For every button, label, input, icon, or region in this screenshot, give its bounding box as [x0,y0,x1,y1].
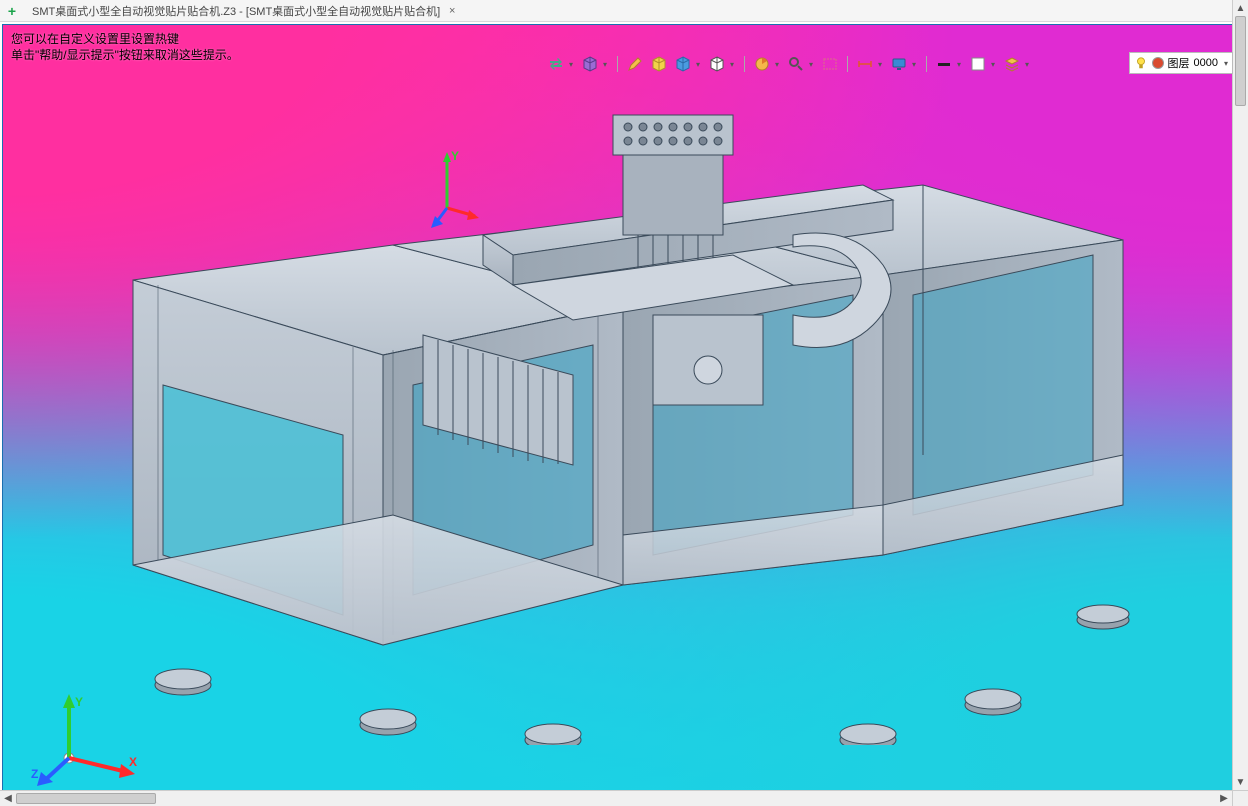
toolbar-separator [847,56,848,72]
chevron-down-icon[interactable]: ▾ [989,55,997,73]
toolbar-separator [926,56,927,72]
tab-bar: + SMT桌面式小型全自动视觉贴片贴合机.Z3 - [SMT桌面式小型全自动视觉… [0,0,1248,22]
scroll-up-icon[interactable]: ▲ [1233,0,1248,16]
layer-color-swatch [1152,57,1164,69]
viewport[interactable]: ▾ ▾ ▾ ▾ ▾ ▾ ▾ ▾ ▾ ▾ ▾ [2,24,1246,804]
layer-prefix: 图层 [1168,55,1190,71]
axis-y-label: Y [451,150,459,163]
chevron-down-icon[interactable]: ▾ [694,55,702,73]
chevron-down-icon[interactable]: ▾ [728,55,736,73]
box-outline-icon[interactable] [708,55,726,73]
pie-icon[interactable] [753,55,771,73]
document-tab[interactable]: SMT桌面式小型全自动视觉贴片贴合机.Z3 - [SMT桌面式小型全自动视觉贴片… [24,1,466,21]
chevron-down-icon[interactable]: ▾ [601,55,609,73]
chevron-down-icon[interactable]: ▾ [1023,55,1031,73]
bulb-icon [1134,56,1148,70]
layers-icon[interactable] [1003,55,1021,73]
monitor-icon[interactable] [890,55,908,73]
scroll-left-icon[interactable]: ◀ [0,791,16,806]
scroll-right-icon[interactable]: ▶ [1216,791,1232,806]
rect-select-icon[interactable] [821,55,839,73]
view-triad[interactable]: Y X Z [31,692,141,791]
line-weight-icon[interactable] [935,55,953,73]
zoom-icon[interactable] [787,55,805,73]
toolbar-separator [617,56,618,72]
scroll-down-icon[interactable]: ▼ [1233,774,1248,790]
tab-label: SMT桌面式小型全自动视觉贴片贴合机.Z3 - [SMT桌面式小型全自动视觉贴片… [32,3,440,19]
toolbar-separator [744,56,745,72]
swap-icon[interactable] [547,55,565,73]
hint-text: 您可以在自定义设置里设置热键 单击"帮助/显示提示"按钮来取消这些提示。 [11,31,239,63]
cube-yellow-icon[interactable] [650,55,668,73]
axis-x-label: X [129,755,137,769]
layer-name: 0000 [1194,57,1218,69]
chevron-down-icon[interactable]: ▾ [910,55,918,73]
cube-blue-icon[interactable] [674,55,692,73]
pencil-icon[interactable] [626,55,644,73]
chevron-down-icon[interactable]: ▾ [773,55,781,73]
scroll-thumb[interactable] [16,793,156,804]
close-icon[interactable]: × [446,5,458,17]
dimension-icon[interactable] [856,55,874,73]
scroll-corner [1232,790,1248,806]
chevron-down-icon[interactable]: ▾ [567,55,575,73]
new-tab-button[interactable]: + [4,3,20,19]
vertical-scrollbar[interactable]: ▲ ▼ [1232,0,1248,790]
view-toolbar: ▾ ▾ ▾ ▾ ▾ ▾ ▾ ▾ ▾ ▾ ▾ [543,53,1035,75]
axis-z-label: Z [31,767,38,781]
chevron-down-icon[interactable]: ▾ [955,55,963,73]
axis-y-label: Y [75,695,83,709]
cube-purple-icon[interactable] [581,55,599,73]
chevron-down-icon[interactable]: ▾ [876,55,884,73]
horizontal-scrollbar[interactable]: ◀ ▶ [0,790,1232,806]
layer-selector[interactable]: 图层 0000 ▾ [1129,52,1234,74]
scroll-thumb[interactable] [1235,16,1246,106]
chevron-down-icon[interactable]: ▾ [807,55,815,73]
cad-model[interactable] [93,85,1153,745]
swatch-white-icon[interactable] [969,55,987,73]
chevron-down-icon[interactable]: ▾ [1222,59,1228,68]
model-origin-triad: Y [431,150,479,231]
